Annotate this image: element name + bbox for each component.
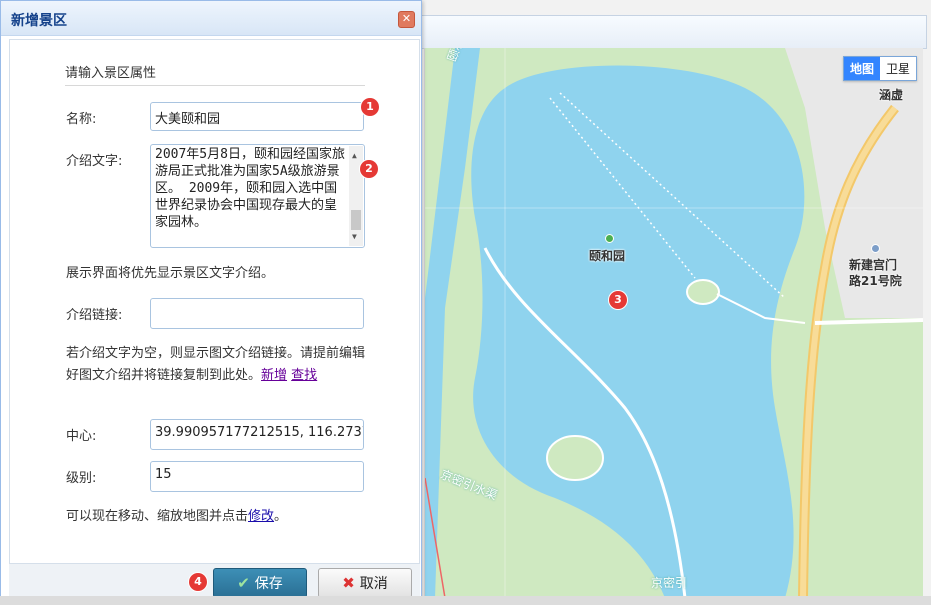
intro-text: 2007年5月8日，颐和园经国家旅游局正式批准为国家5A级旅游景区。 2009年…: [155, 147, 345, 230]
name-input[interactable]: 大美颐和园: [150, 102, 364, 131]
move-note-end: 。: [274, 509, 288, 524]
dialog-title: 新增景区: [11, 13, 67, 29]
annotation-badge-2: 2: [360, 160, 378, 178]
check-icon: ✔: [237, 574, 250, 592]
map-label-xinjian-2: 路21号院: [849, 274, 902, 288]
intro-textarea[interactable]: 2007年5月8日，颐和园经国家旅游局正式批准为国家5A级旅游景区。 2009年…: [150, 144, 365, 248]
find-link[interactable]: 查找: [291, 368, 317, 383]
modify-link[interactable]: 修改: [248, 509, 274, 524]
dialog-body: 请输入景区属性 名称: 大美颐和园 1 介绍文字: 2007年5月8日，颐和园经…: [9, 39, 420, 564]
textarea-scrollbar[interactable]: ▲ ▼: [349, 146, 363, 246]
map-canvas[interactable]: [425, 48, 923, 598]
map-label-road-3: 京密引: [651, 576, 688, 590]
save-button-label: 保存: [254, 576, 283, 592]
poi-marker-icon[interactable]: [605, 234, 614, 243]
level-label: 级别:: [66, 471, 97, 486]
link-note: 若介绍文字为空，则显示图文介绍链接。请提前编辑好图文介绍并将链接复制到此处。新增…: [66, 343, 366, 387]
close-icon[interactable]: ✕: [398, 11, 415, 28]
map-type-switch[interactable]: 地图 卫星: [842, 56, 917, 81]
map-type-map-button[interactable]: 地图: [843, 57, 880, 80]
move-note-text: 可以现在移动、缩放地图并点击: [66, 509, 249, 524]
map-label-yiheyuan[interactable]: 颐和园: [589, 247, 625, 264]
map-label-xinjian-1: 新建宫门: [849, 258, 898, 272]
move-note: 可以现在移动、缩放地图并点击修改。: [66, 506, 366, 528]
name-label: 名称:: [66, 112, 97, 127]
map-island: [546, 435, 604, 481]
link-note-text: 若介绍文字为空，则显示图文介绍链接。请提前编辑好图文介绍并将链接复制到此处。: [66, 346, 366, 383]
map-label-hanxu: 涵虚: [879, 88, 904, 102]
intro-label: 介绍文字:: [66, 154, 123, 169]
annotation-badge-4: 4: [189, 573, 207, 591]
map-type-satellite-button[interactable]: 卫星: [880, 57, 916, 80]
x-icon: ✖: [342, 574, 355, 592]
link-input[interactable]: [150, 298, 364, 329]
cancel-button-label: 取消: [359, 576, 388, 592]
dialog-header[interactable]: 新增景区 ✕: [1, 1, 421, 36]
map-view[interactable]: 地图 卫星 颐和引水渠 京密引水渠 京密引 颐和园 涵虚 新建宫门 路21号院 …: [424, 48, 923, 598]
map-small-island: [686, 279, 720, 305]
scroll-up-icon[interactable]: ▲: [352, 147, 357, 164]
annotation-badge-1: 1: [361, 98, 379, 116]
level-input[interactable]: 15: [150, 461, 364, 492]
save-button[interactable]: ✔ 保存: [213, 568, 307, 598]
section-title: 请输入景区属性: [65, 62, 365, 86]
add-scenic-area-dialog: 新增景区 ✕ 请输入景区属性 名称: 大美颐和园 1 介绍文字: 2007年5月…: [0, 0, 422, 604]
center-label: 中心:: [66, 429, 97, 444]
bottom-status-strip: [0, 596, 931, 605]
scroll-down-icon[interactable]: ▼: [352, 228, 357, 245]
annotation-badge-3: 3: [609, 291, 627, 309]
cancel-button[interactable]: ✖ 取消: [318, 568, 412, 598]
intro-note: 展示界面将优先显示景区文字介绍。: [66, 266, 275, 281]
center-input[interactable]: 39.990957177212515, 116.2737: [150, 419, 364, 450]
poi-building-icon: [871, 244, 880, 253]
new-link[interactable]: 新增: [261, 368, 287, 383]
link-label: 介绍链接:: [66, 308, 123, 323]
scrollbar-thumb[interactable]: [351, 210, 361, 230]
